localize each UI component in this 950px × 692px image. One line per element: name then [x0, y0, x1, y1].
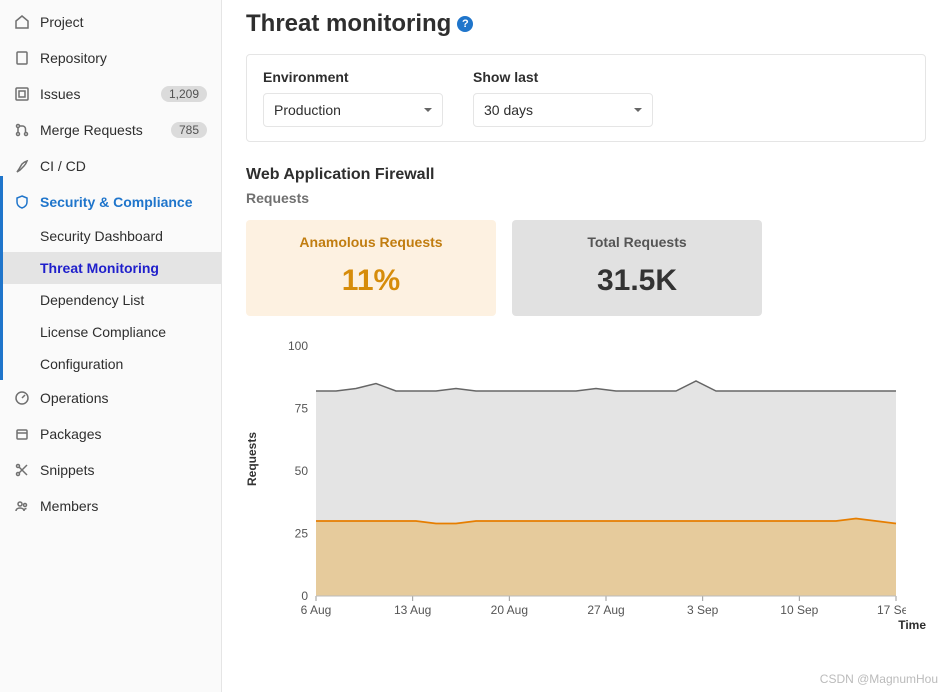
- home-icon: [14, 14, 30, 30]
- y-axis-label: Requests: [245, 432, 259, 486]
- svg-text:13 Aug: 13 Aug: [394, 603, 431, 617]
- environment-select[interactable]: Production: [263, 93, 443, 127]
- card-value: 11%: [256, 264, 486, 298]
- sidebar-sub-configuration[interactable]: Configuration: [0, 348, 221, 380]
- svg-text:17 Sep: 17 Sep: [877, 603, 906, 617]
- card-total-requests: Total Requests 31.5K: [512, 220, 762, 316]
- svg-text:50: 50: [295, 464, 309, 478]
- sidebar-subgroup-security: Security Dashboard Threat Monitoring Dep…: [0, 220, 221, 380]
- sidebar: Project Repository Issues 1,209 Merge Re…: [0, 0, 222, 692]
- sidebar-sub-threat-monitoring[interactable]: Threat Monitoring: [0, 252, 221, 284]
- filter-label: Show last: [473, 69, 653, 85]
- x-axis-label: Time: [898, 618, 926, 632]
- sidebar-item-issues[interactable]: Issues 1,209: [0, 76, 221, 112]
- filter-label: Environment: [263, 69, 443, 85]
- sidebar-item-label: Packages: [40, 426, 101, 442]
- page-title: Threat monitoring ?: [246, 10, 926, 38]
- file-icon: [14, 50, 30, 66]
- badge-count: 785: [171, 122, 207, 138]
- sidebar-item-label: Repository: [40, 50, 107, 66]
- section-subtitle: Requests: [246, 190, 926, 206]
- sidebar-item-label: CI / CD: [40, 158, 86, 174]
- sidebar-item-packages[interactable]: Packages: [0, 416, 221, 452]
- requests-chart: 0 25 50 75 100 6 Aug 13 Aug 20 Aug 27 Aug 3 Sep 10…: [246, 336, 906, 626]
- issues-icon: [14, 86, 30, 102]
- sidebar-item-snippets[interactable]: Snippets: [0, 452, 221, 488]
- help-icon[interactable]: ?: [457, 16, 473, 32]
- svg-text:75: 75: [295, 402, 309, 416]
- sidebar-item-members[interactable]: Members: [0, 488, 221, 524]
- sidebar-sub-security-dashboard[interactable]: Security Dashboard: [0, 220, 221, 252]
- select-value: Production: [274, 102, 341, 118]
- card-label: Total Requests: [522, 234, 752, 250]
- sidebar-item-label: Project: [40, 14, 84, 30]
- filter-environment: Environment Production: [263, 69, 443, 127]
- svg-text:20 Aug: 20 Aug: [491, 603, 528, 617]
- watermark: CSDN @MagnumHou: [820, 672, 938, 686]
- shield-icon: [14, 194, 30, 210]
- summary-cards: Anamolous Requests 11% Total Requests 31…: [246, 220, 926, 316]
- scissors-icon: [14, 462, 30, 478]
- filter-range: Show last 30 days: [473, 69, 653, 127]
- card-anomalous-requests: Anamolous Requests 11%: [246, 220, 496, 316]
- section-title: Web Application Firewall: [246, 166, 926, 184]
- svg-text:0: 0: [301, 589, 308, 603]
- sidebar-item-repository[interactable]: Repository: [0, 40, 221, 76]
- sidebar-sub-dependency-list[interactable]: Dependency List: [0, 284, 221, 316]
- sidebar-item-security[interactable]: Security & Compliance: [0, 184, 221, 220]
- select-value: 30 days: [484, 102, 533, 118]
- sidebar-item-merge-requests[interactable]: Merge Requests 785: [0, 112, 221, 148]
- svg-text:25: 25: [295, 527, 309, 541]
- gauge-icon: [14, 390, 30, 406]
- package-icon: [14, 426, 30, 442]
- sidebar-sub-license-compliance[interactable]: License Compliance: [0, 316, 221, 348]
- card-value: 31.5K: [522, 264, 752, 298]
- sidebar-item-label: Snippets: [40, 462, 94, 478]
- rocket-icon: [14, 158, 30, 174]
- svg-text:3 Sep: 3 Sep: [687, 603, 719, 617]
- filter-bar: Environment Production Show last 30 days: [246, 54, 926, 142]
- svg-text:100: 100: [288, 339, 308, 353]
- merge-icon: [14, 122, 30, 138]
- sidebar-item-label: Merge Requests: [40, 122, 143, 138]
- sidebar-item-cicd[interactable]: CI / CD: [0, 148, 221, 184]
- members-icon: [14, 498, 30, 514]
- card-label: Anamolous Requests: [256, 234, 486, 250]
- sidebar-item-label: Security & Compliance: [40, 194, 193, 210]
- sidebar-item-label: Issues: [40, 86, 80, 102]
- main-content: Threat monitoring ? Environment Producti…: [222, 0, 950, 692]
- sidebar-item-operations[interactable]: Operations: [0, 380, 221, 416]
- svg-text:6 Aug: 6 Aug: [301, 603, 332, 617]
- range-select[interactable]: 30 days: [473, 93, 653, 127]
- sidebar-item-project[interactable]: Project: [0, 4, 221, 40]
- sidebar-item-label: Members: [40, 498, 98, 514]
- page-title-text: Threat monitoring: [246, 10, 451, 38]
- svg-text:27 Aug: 27 Aug: [587, 603, 624, 617]
- sidebar-item-label: Operations: [40, 390, 108, 406]
- badge-count: 1,209: [161, 86, 207, 102]
- chart-container: Requests 0 25 50 75 100 6 Aug 13 Aug 20 Aug 27 A…: [246, 336, 926, 626]
- svg-text:10 Sep: 10 Sep: [780, 603, 818, 617]
